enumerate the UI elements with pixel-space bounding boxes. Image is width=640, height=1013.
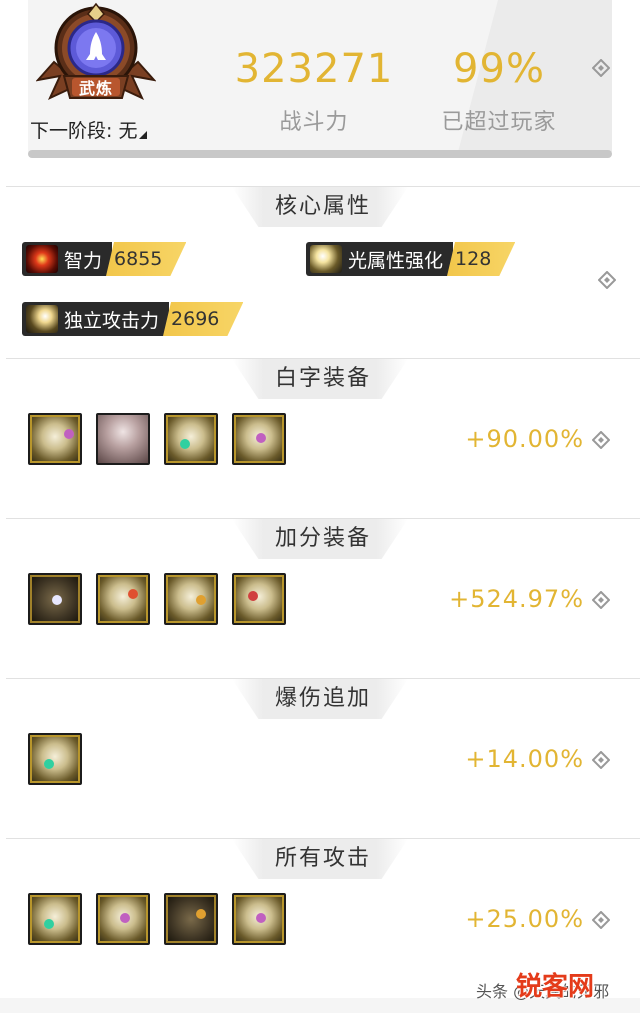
dropdown-corner-icon [139,131,148,139]
armor-item-icon[interactable] [164,893,218,945]
section-title: 所有攻击 [274,846,371,871]
attribute-name-plate: 光属性强化 [306,242,454,276]
armor-item-icon[interactable] [232,413,286,465]
next-stage-label: 下一阶段: 无 [30,120,138,142]
equipment-icon-row [28,893,286,945]
white-gear-detail-icon[interactable] [591,430,611,450]
attribute-value-plate: 128 [447,242,515,276]
player-rank-stat: 99% 已超过玩家 [430,46,568,136]
header-progress-bar [28,150,612,158]
attribute-value-plate: 6855 [106,242,186,276]
armor-item-icon[interactable] [232,893,286,945]
bonus-gear-detail-icon[interactable] [591,590,611,610]
crit-damage-section: 爆伤追加 +14.00% [6,678,640,838]
rank-badge[interactable]: 武炼 [35,2,157,112]
attribute-name-plate: 智力 [22,242,113,276]
equipment-icon-row [28,733,82,785]
attribute-name-plate: 独立攻击力 [22,302,170,336]
bonus-percent: +14.00% [465,745,584,773]
avatar-item-icon[interactable] [96,413,150,465]
armor-item-icon[interactable] [28,413,82,465]
attribute-tag-independent-attack: 独立攻击力 2696 [22,302,243,336]
bonus-percent: +524.97% [449,585,584,613]
core-detail-icon[interactable] [597,270,617,290]
section-title: 加分装备 [274,526,371,551]
combat-power-label: 战斗力 [279,110,349,135]
rank-badge-label: 武炼 [78,79,113,98]
section-header: 加分装备 [6,519,640,559]
armor-item-icon[interactable] [96,573,150,625]
light-burst-icon [310,245,342,273]
next-stage-dropdown[interactable]: 下一阶段: 无 [30,116,148,143]
section-header: 爆伤追加 [6,679,640,719]
equipment-icon-row [28,573,286,625]
attribute-value: 128 [455,248,492,270]
armor-item-icon[interactable] [232,573,286,625]
equipment-icon-row [28,413,286,465]
attribute-value: 2696 [171,308,220,330]
header-detail-icon[interactable] [591,58,611,78]
eye-icon [26,245,58,273]
section-title: 爆伤追加 [274,686,371,711]
armor-item-icon[interactable] [28,733,82,785]
all-attack-detail-icon[interactable] [591,910,611,930]
bonus-percent: +90.00% [465,425,584,453]
sword-sparkle-icon [26,305,58,333]
attribute-value: 6855 [114,248,163,270]
bonus-gear-section: 加分装备 +524.97% [6,518,640,678]
weapon-item-icon[interactable] [28,573,82,625]
combat-power-stat: 323271 战斗力 [224,46,404,136]
attribute-name: 独立攻击力 [64,309,160,332]
watermark-logo: 锐客网 [516,972,595,1002]
section-title: 白字装备 [274,366,371,391]
armor-item-icon[interactable] [164,573,218,625]
attribute-tag-intelligence: 智力 6855 [22,242,186,276]
combat-power-value: 323271 [234,46,394,92]
armor-item-icon[interactable] [96,893,150,945]
crit-damage-detail-icon[interactable] [591,750,611,770]
bonus-percent: +25.00% [465,905,584,933]
section-header: 白字装备 [6,359,640,399]
white-gear-section: 白字装备 +90.00% [6,358,640,518]
attribute-name: 智力 [64,249,103,272]
attribute-value-plate: 2696 [163,302,243,336]
armor-item-icon[interactable] [28,893,82,945]
player-rank-value: 99% [453,46,545,92]
attribute-tag-light-enhance: 光属性强化 128 [306,242,515,276]
section-header: 所有攻击 [6,839,640,879]
section-header: 核心属性 [6,187,640,227]
player-rank-label: 已超过玩家 [441,110,557,135]
attribute-name: 光属性强化 [348,249,444,272]
armor-item-icon[interactable] [164,413,218,465]
section-title: 核心属性 [274,194,371,219]
